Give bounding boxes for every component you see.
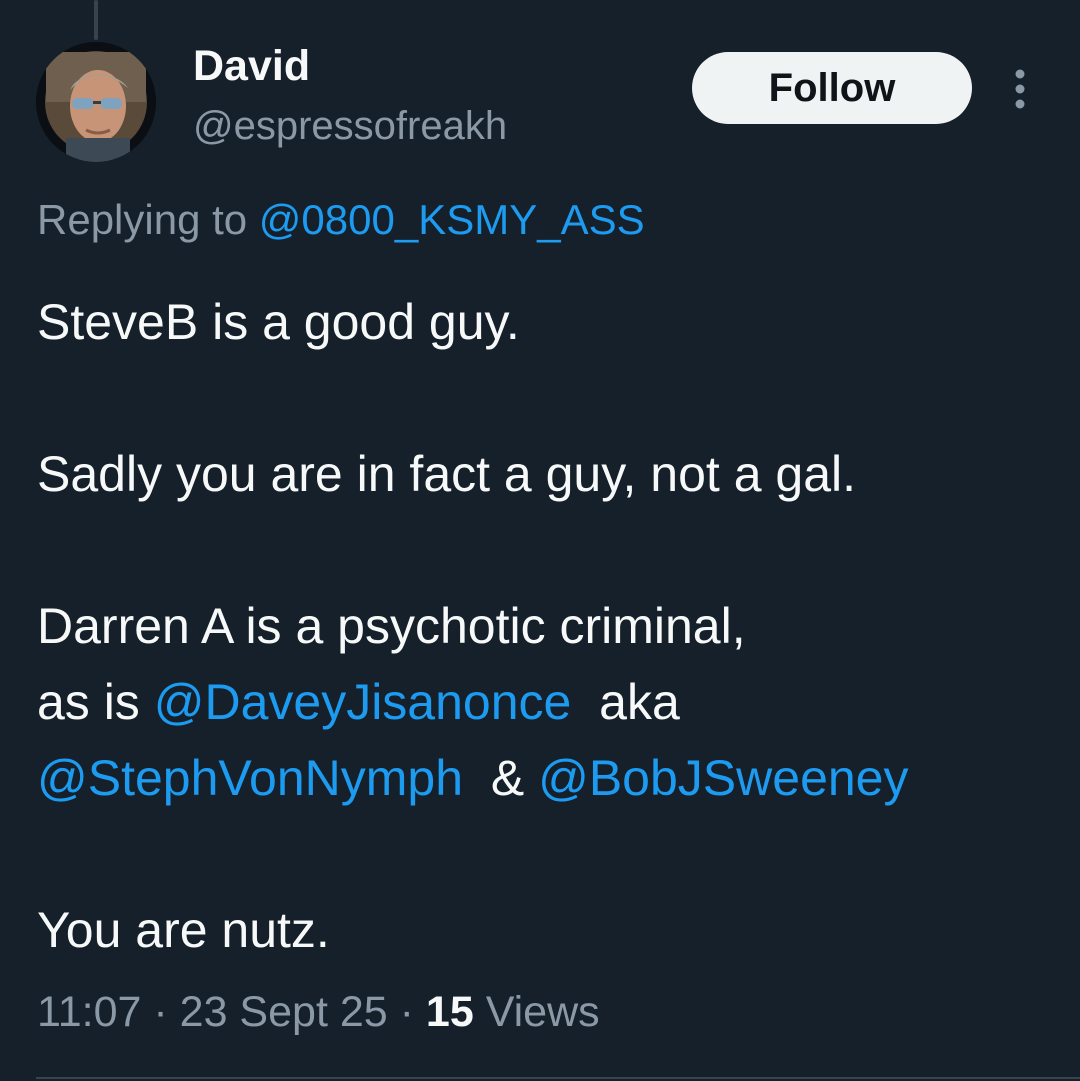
tweet-text: SteveB is a good guy. Sadly you are in f… [37, 284, 1057, 968]
tweet-line: Darren A is a psychotic criminal, [37, 598, 746, 654]
replying-to-label: Replying to [37, 196, 248, 243]
tweet-text-fragment: aka [599, 674, 680, 730]
tweet-line: Sadly you are in fact a guy, not a gal. [37, 446, 857, 502]
author-display-name[interactable]: David [193, 40, 310, 92]
mention-link-daveyjisanonce[interactable]: @DaveyJisanonce [154, 674, 572, 730]
author-handle[interactable]: @espressofreakh [193, 100, 507, 152]
reply-mention-link[interactable]: @0800_KSMY_ASS [259, 196, 645, 243]
avatar-photo-icon [36, 42, 156, 162]
mention-link-stephvonnymph[interactable]: @StephVonNymph [37, 750, 463, 806]
tweet-text-fragment: as is [37, 674, 140, 730]
thread-connector-line [94, 0, 98, 40]
follow-button[interactable]: Follow [692, 52, 972, 124]
mention-link-bobjsweeney[interactable]: @BobJSweeney [538, 750, 908, 806]
tweet-line: as is @DaveyJisanonce aka [37, 664, 1057, 740]
replying-to-line: Replying to @0800_KSMY_ASS [37, 192, 645, 248]
tweet-time[interactable]: 11:07 [37, 988, 141, 1036]
views-label: Views [485, 988, 600, 1036]
ampersand-text: & [490, 750, 525, 806]
tweet-date[interactable]: 23 Sept 25 [180, 988, 388, 1036]
avatar[interactable] [36, 42, 156, 162]
meta-separator: · [153, 988, 168, 1036]
views-count[interactable]: 15 [426, 988, 474, 1036]
divider [36, 1077, 1080, 1079]
tweet-line: @StephVonNymph & @BobJSweeney [37, 740, 1057, 816]
tweet-line: SteveB is a good guy. [37, 294, 520, 350]
tweet-line: You are nutz. [37, 902, 330, 958]
tweet-meta: 11:07 · 23 Sept 25 · 15 Views [37, 982, 600, 1042]
more-vertical-icon[interactable] [1002, 66, 1038, 112]
meta-separator: · [399, 988, 414, 1036]
